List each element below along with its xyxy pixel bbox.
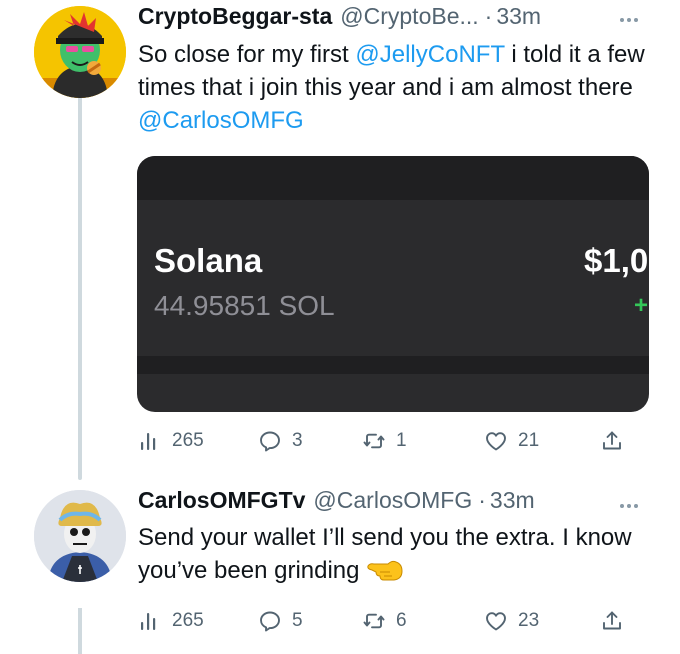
user-handle[interactable]: @CryptoBe... [340,3,478,30]
media-band [137,356,649,374]
views-count: 265 [172,430,204,451]
reply-button[interactable]: 3 [258,424,303,458]
tweet[interactable]: CryptoBeggar-sta @CryptoBe... · 33m So c… [0,0,680,480]
coin-value: $1,0 [584,242,649,279]
views-icon [141,613,156,630]
action-bar: 265 5 6 23 [138,604,638,638]
retweet-count: 6 [396,610,407,631]
reply-icon [260,431,280,452]
retweet-icon [363,613,385,629]
like-button[interactable]: 23 [484,604,539,638]
user-handle[interactable]: @CarlosOMFG [313,487,472,514]
retweet-count: 1 [396,430,407,451]
display-name[interactable]: CarlosOMFGTv [138,487,305,514]
mention-link[interactable]: @CarlosOMFG [138,107,304,134]
like-button[interactable]: 21 [484,424,539,458]
media-screenshot[interactable]: Solana 44.95851 SOL $1,0 + [137,156,649,412]
share-icon [603,611,621,630]
views-button[interactable]: 265 [138,604,204,638]
views-button[interactable]: 265 [138,424,204,458]
tweet-text: So close for my first @JellyCoNFT i told… [138,38,648,137]
reply-count: 5 [292,610,303,631]
reply-button[interactable]: 5 [258,604,303,638]
like-icon [486,432,506,451]
more-icon[interactable] [620,504,638,508]
timestamp[interactable]: 33m [496,3,541,30]
tweet-header: CryptoBeggar-sta @CryptoBe... · 33m [138,3,541,39]
tweet-header: CarlosOMFGTv @CarlosOMFG · 33m [138,487,535,523]
thread-connector [78,96,82,480]
backhand-index-pointing-left-emoji [366,554,406,584]
avatar[interactable] [34,6,126,98]
retweet-icon [363,433,385,449]
action-bar: 265 3 1 21 [138,424,638,458]
views-icon [141,433,156,450]
mention-link[interactable]: @JellyCoNFT [355,41,504,68]
like-count: 23 [518,610,540,631]
more-icon[interactable] [620,18,638,22]
share-button[interactable] [600,424,624,458]
reply-icon [260,611,280,632]
like-count: 21 [518,430,540,451]
coin-amount: 44.95851 SOL [154,290,335,321]
display-name[interactable]: CryptoBeggar-sta [138,3,332,30]
avatar[interactable] [34,490,126,582]
share-button[interactable] [600,604,624,638]
retweet-button[interactable]: 6 [362,604,407,638]
coin-name: Solana [154,242,263,279]
timestamp[interactable]: 33m [490,487,535,514]
like-icon [486,612,506,631]
tweet-text-segment: So close for my first [138,41,356,68]
separator: · [484,3,493,29]
retweet-button[interactable]: 1 [362,424,407,458]
views-count: 265 [172,610,204,631]
media-band [137,156,649,200]
coin-change: + [634,292,649,319]
reply-count: 3 [292,430,303,451]
tweet[interactable]: CarlosOMFGTv @CarlosOMFG · 33m Send your… [0,470,680,654]
share-icon [603,431,621,450]
tweet-text: Send your wallet I’ll send you the extra… [138,521,648,587]
separator: · [478,487,486,513]
